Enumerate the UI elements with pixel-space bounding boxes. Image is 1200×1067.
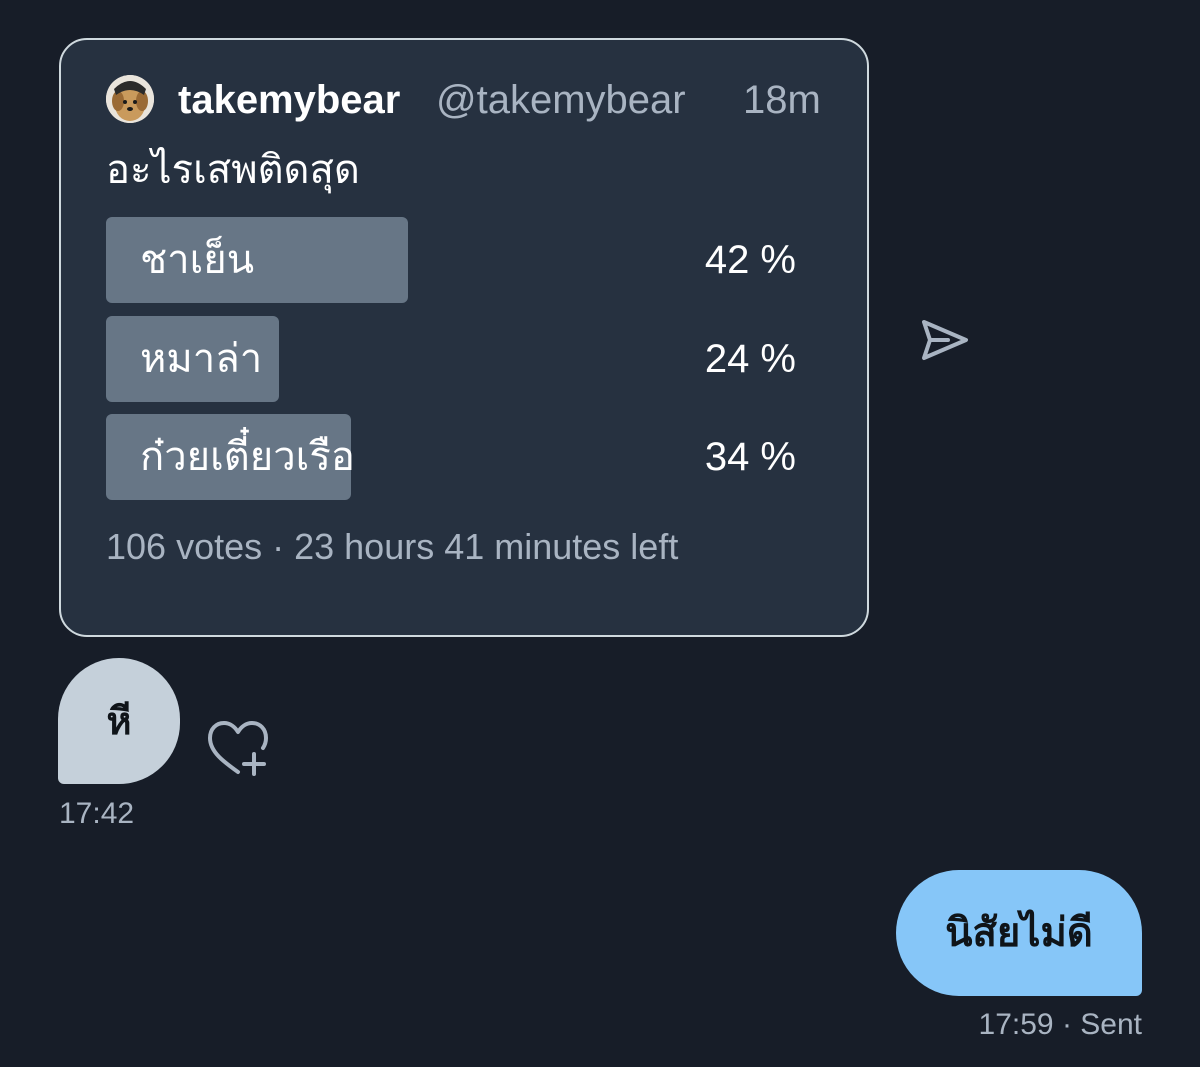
sent-message-bubble[interactable]: นิสัยไม่ดี: [896, 870, 1142, 996]
tweet-text: อะไรเสพติดสุด: [106, 148, 360, 192]
received-message-time: 17:42: [59, 797, 135, 830]
tweet-time-ago: 18m: [743, 78, 821, 122]
received-message-text: หี: [106, 701, 132, 743]
send-icon[interactable]: [918, 316, 972, 364]
poll-option-percent: 24 %: [704, 337, 796, 381]
sent-message-text: นิสัยไม่ดี: [945, 911, 1093, 955]
author-display-name[interactable]: takemybear: [178, 76, 400, 124]
poll-meta: 106 votes · 23 hours 41 minutes left: [106, 526, 679, 567]
quoted-tweet-card[interactable]: takemybear @takemybear 18m อะไรเสพติดสุด…: [59, 38, 869, 637]
poll-option-3: ก๋วยเตี๋ยวเรือ 34 %: [106, 414, 796, 500]
author-handle[interactable]: @takemybear: [436, 76, 686, 124]
poll-option-percent: 34 %: [704, 435, 796, 479]
poll-option-label: หมาล่า: [140, 337, 263, 381]
avatar[interactable]: [106, 75, 154, 123]
poll-option-1: ชาเย็น 42 %: [106, 217, 796, 303]
poll-option-percent: 42 %: [704, 238, 796, 282]
dog-avatar-icon: [106, 75, 154, 123]
sent-message-status: 17:59 · Sent: [978, 1008, 1142, 1041]
poll-option-2: หมาล่า 24 %: [106, 316, 796, 402]
poll-option-label: ชาเย็น: [140, 238, 255, 282]
poll-option-label: ก๋วยเตี๋ยวเรือ: [140, 435, 355, 479]
received-message-bubble[interactable]: หี: [58, 658, 180, 784]
heart-plus-icon[interactable]: [204, 718, 272, 780]
